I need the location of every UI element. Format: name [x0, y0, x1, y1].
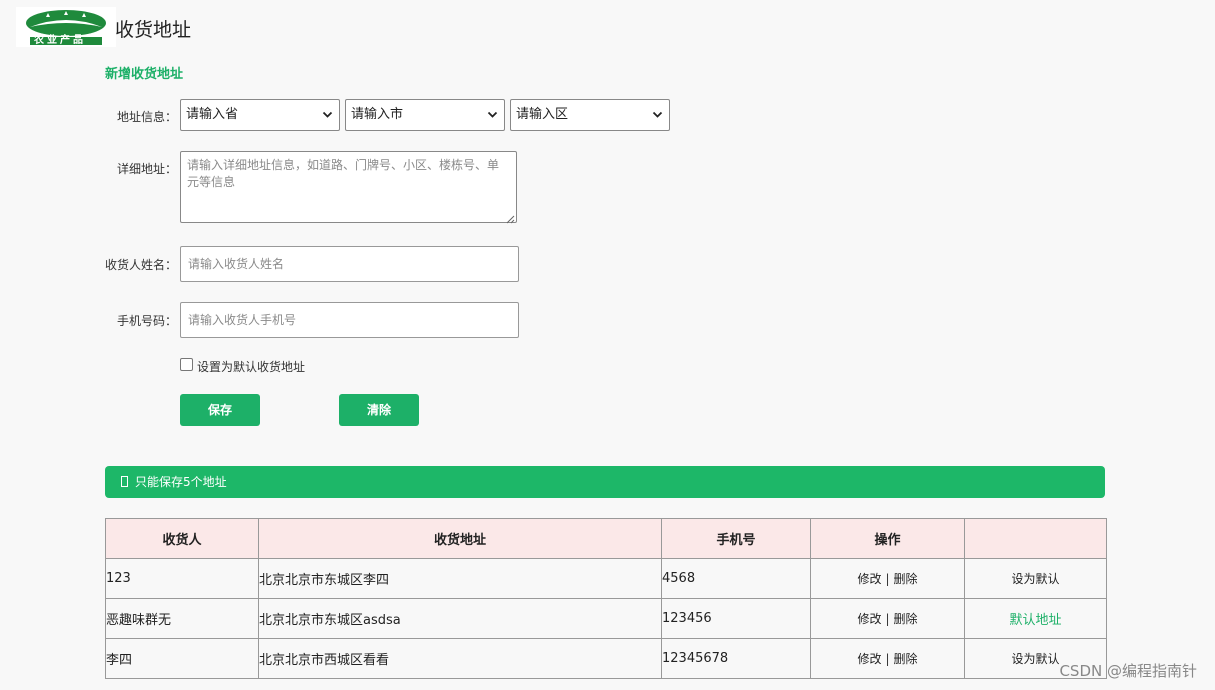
- logo: 农业产品: [16, 7, 116, 47]
- receiver-name-input[interactable]: 请输入收货人姓名: [180, 246, 519, 282]
- default-address-badge: 默认地址: [964, 598, 1107, 639]
- action-separator: |: [885, 572, 890, 586]
- detail-address-label: 详细地址：: [116, 162, 177, 176]
- page-title: 收货地址: [115, 19, 192, 41]
- resize-handle-icon[interactable]: [506, 212, 515, 224]
- edit-link[interactable]: 修改: [857, 572, 881, 586]
- delete-link[interactable]: 删除: [894, 572, 918, 586]
- delete-link[interactable]: 删除: [894, 652, 918, 666]
- clear-button[interactable]: 清除: [339, 394, 419, 426]
- district-select-value: 请输入区: [516, 107, 569, 122]
- edit-link[interactable]: 修改: [857, 612, 881, 626]
- receiver-name-cell: 123: [105, 558, 259, 599]
- phone-cell: 4568: [661, 558, 811, 599]
- address-cell: 北京北京市西城区看看: [258, 638, 662, 679]
- district-select[interactable]: 请输入区: [510, 99, 670, 131]
- detail-address-placeholder: 请输入详细地址信息，如道路、门牌号、小区、楼栋号、单元等信息: [187, 158, 500, 189]
- actions-cell: 修改 | 删除: [810, 598, 965, 639]
- address-limit-banner: 只能保存5个地址: [105, 466, 1105, 498]
- table-row: 123 北京北京市东城区李四 4568 修改 | 删除 设为默认: [105, 558, 1107, 599]
- address-limit-text: 只能保存5个地址: [135, 475, 227, 489]
- city-select-value: 请输入市: [351, 107, 404, 122]
- action-separator: |: [885, 652, 890, 666]
- col-header-actions: 操作: [810, 518, 965, 559]
- col-header-phone: 手机号: [661, 518, 811, 559]
- province-select[interactable]: 请输入省: [180, 99, 340, 131]
- chevron-down-icon: [652, 100, 663, 143]
- watermark: CSDN @编程指南针: [1059, 662, 1197, 680]
- chevron-down-icon: [487, 100, 498, 143]
- receiver-name-placeholder: 请输入收货人姓名: [188, 257, 285, 271]
- default-address-checkbox-label[interactable]: 设置为默认收货地址: [197, 358, 305, 375]
- detail-address-textarea[interactable]: 请输入详细地址信息，如道路、门牌号、小区、楼栋号、单元等信息: [180, 151, 517, 224]
- phone-cell: 123456: [661, 598, 811, 639]
- receiver-name-cell: 李四: [105, 638, 259, 679]
- city-select[interactable]: 请输入市: [345, 99, 505, 131]
- address-cell: 北京北京市东城区asdsa: [258, 598, 662, 639]
- phone-input[interactable]: 请输入收货人手机号: [180, 302, 519, 338]
- phone-label: 手机号码：: [116, 314, 177, 328]
- province-select-value: 请输入省: [186, 107, 239, 122]
- phone-cell: 12345678: [661, 638, 811, 679]
- col-header-receiver: 收货人: [105, 518, 259, 559]
- default-address-checkbox[interactable]: [180, 358, 193, 371]
- col-header-address: 收货地址: [258, 518, 662, 559]
- receiver-name-cell: 恶趣味群无: [105, 598, 259, 639]
- edit-link[interactable]: 修改: [857, 652, 881, 666]
- delete-link[interactable]: 删除: [894, 612, 918, 626]
- save-button[interactable]: 保存: [180, 394, 260, 426]
- phone-placeholder: 请输入收货人手机号: [188, 313, 297, 327]
- chevron-down-icon: [322, 100, 333, 143]
- section-title: 新增收货地址: [105, 67, 184, 82]
- col-header-default: [964, 518, 1107, 559]
- actions-cell: 修改 | 删除: [810, 558, 965, 599]
- table-row: 恶趣味群无 北京北京市东城区asdsa 123456 修改 | 删除 默认地址: [105, 598, 1107, 639]
- info-box-icon: [121, 476, 128, 487]
- address-label: 地址信息：: [116, 110, 177, 124]
- address-cell: 北京北京市东城区李四: [258, 558, 662, 599]
- action-separator: |: [885, 612, 890, 626]
- table-header-row: 收货人 收货地址 手机号 操作: [105, 518, 1107, 559]
- receiver-name-label: 收货人姓名：: [104, 258, 177, 272]
- address-table: 收货人 收货地址 手机号 操作 123 北京北京市东城区李四 4568 修改 | 删…: [105, 518, 1107, 679]
- table-row: 李四 北京北京市西城区看看 12345678 修改 | 删除 设为默认: [105, 638, 1107, 679]
- actions-cell: 修改 | 删除: [810, 638, 965, 679]
- logo-text: 农业产品: [34, 35, 86, 46]
- set-default-link[interactable]: 设为默认: [964, 558, 1107, 599]
